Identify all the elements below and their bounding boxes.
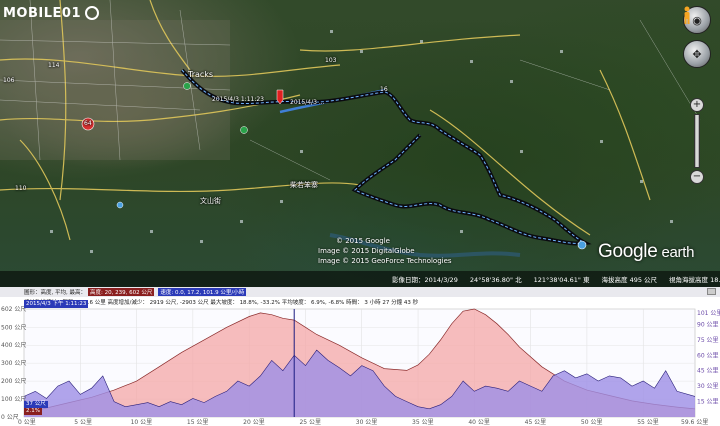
point-label: 2015/4/3 ...: [290, 99, 325, 106]
cursor-elevation: 37 公尺: [24, 401, 48, 408]
x-tick-label: 15 公里: [187, 419, 209, 426]
x-tick-label: 59.6 公里: [681, 419, 708, 426]
y2-tick-label: 60 公里: [697, 352, 719, 359]
poi-icon: [183, 82, 191, 90]
map-view[interactable]: MOBILE01 Tracks 2015/4/3 1:11:23 2015/4/…: [0, 0, 720, 287]
eye-altitude: 視角海拔高度 18.02 公里: [669, 274, 720, 284]
move-control[interactable]: ✥: [683, 40, 711, 68]
y-tick-label: 602 公尺: [1, 306, 26, 313]
zoom-in-button[interactable]: +: [690, 98, 704, 112]
x-tick-label: 25 公里: [299, 419, 321, 426]
point-label: 2015/4/3 1:11:23: [212, 96, 264, 103]
y2-tick-label: 15 公里: [697, 399, 719, 406]
x-tick-label: 55 公里: [637, 419, 659, 426]
imagery-date: 影像日期：2014/3/29: [392, 276, 458, 284]
zoom-track[interactable]: [694, 114, 700, 168]
track-label: Tracks: [188, 70, 214, 79]
y-tick-label: 200 公尺: [1, 378, 26, 385]
x-tick-label: 50 公里: [581, 419, 603, 426]
imagery-credits: © 2015 Google Image © 2015 DigitalGlobe …: [318, 236, 452, 266]
x-axis: 0 公里 5 公里 10 公里 15 公里 20 公里 25 公里 30 公里 35 公里 40…: [18, 419, 708, 426]
site-logo: MOBILE01: [3, 4, 99, 22]
y2-tick-label: 30 公里: [697, 383, 719, 390]
road-number-label: 64: [84, 120, 92, 127]
end-marker-icon[interactable]: [577, 240, 587, 250]
y-tick-label: 300 公尺: [1, 360, 26, 367]
cursor-grade: 2.1%: [24, 408, 42, 415]
elevation: 海拔高度 495 公尺: [601, 274, 657, 284]
x-tick-label: 5 公里: [74, 419, 92, 426]
poi-icon: [116, 201, 124, 209]
copyright-line: Image © 2015 DigitalGlobe: [318, 247, 415, 255]
x-tick-label: 20 公里: [243, 419, 265, 426]
x-tick-label: 35 公里: [412, 419, 434, 426]
road-number-label: 106: [3, 77, 15, 84]
google-earth-word: earth: [661, 244, 695, 261]
elevation-value: 495 公尺: [629, 276, 658, 284]
y-axis: 0 公尺 100 公尺 200 公尺 300 公尺 400 公尺 500 公尺 602 公尺: [1, 306, 26, 421]
x-tick-label: 0 公里: [18, 419, 36, 426]
y-tick-label: 100 公尺: [1, 396, 26, 403]
y-tick-label: 500 公尺: [1, 324, 26, 331]
eye-altitude-label: 視角海拔高度: [669, 276, 709, 284]
cursor-readout: 37 公尺 2.1%: [24, 401, 48, 415]
elevation-chart[interactable]: 0 公尺 100 公尺 200 公尺 300 公尺 400 公尺 500 公尺 602 公尺…: [0, 287, 720, 426]
google-earth-word: Google: [598, 241, 658, 262]
y-tick-label: 400 公尺: [1, 342, 26, 349]
eye-altitude-value: 18.02 公里: [710, 276, 720, 284]
place-label: 柴若笨寨: [290, 181, 318, 189]
x-tick-label: 45 公里: [525, 419, 547, 426]
elevation-label: 海拔高度: [601, 276, 628, 284]
zoom-slider[interactable]: + −: [690, 98, 704, 184]
hand-icon: ✥: [692, 47, 702, 61]
latitude: 24°58'36.80" 北: [469, 276, 522, 284]
y2-tick-label: 90 公里: [697, 321, 719, 328]
x-tick-label: 40 公里: [468, 419, 490, 426]
road-number-label: 103: [325, 57, 337, 64]
logo-badge-icon: [85, 6, 99, 20]
road-number-label: 16: [380, 86, 388, 93]
y2-tick-label: 75 公里: [697, 337, 719, 344]
y2-axis: 15 公里 30 公里 45 公里 60 公里 75 公里 90 公里 101 公里: [697, 310, 720, 405]
longitude: 121°38'04.61" 東: [533, 276, 590, 284]
google-earth-logo: Google earth: [598, 241, 694, 263]
copyright-line: © 2015 Google: [336, 237, 390, 245]
profile-date-label: 2015/4/3 下午 1:11:23: [24, 300, 89, 308]
pegman-icon[interactable]: [684, 6, 702, 92]
status-bar: 影像日期：2014/3/29 24°58'36.80" 北 121°38'04.…: [0, 271, 720, 287]
road-number-label: 114: [48, 62, 60, 69]
place-label: 文山街: [200, 197, 221, 205]
copyright-line: Image © 2015 GeoForce Technologies: [318, 257, 452, 265]
poi-icon: [240, 126, 248, 134]
y-tick-label: 0 公尺: [1, 414, 19, 421]
y2-tick-label: 101 公里: [697, 310, 720, 317]
navigation-controls: ◉ ✥ + −: [682, 6, 712, 184]
zoom-out-button[interactable]: −: [690, 170, 704, 184]
x-tick-label: 10 公里: [131, 419, 153, 426]
road-number-label: 110: [15, 185, 27, 192]
x-tick-label: 30 公里: [356, 419, 378, 426]
site-logo-text: MOBILE01: [3, 5, 81, 21]
y2-tick-label: 45 公里: [697, 368, 719, 375]
elevation-profile-panel[interactable]: 圖形：高度, 平均, 最高： 高度: 20, 239, 602 公尺 速度: 0…: [0, 287, 720, 426]
